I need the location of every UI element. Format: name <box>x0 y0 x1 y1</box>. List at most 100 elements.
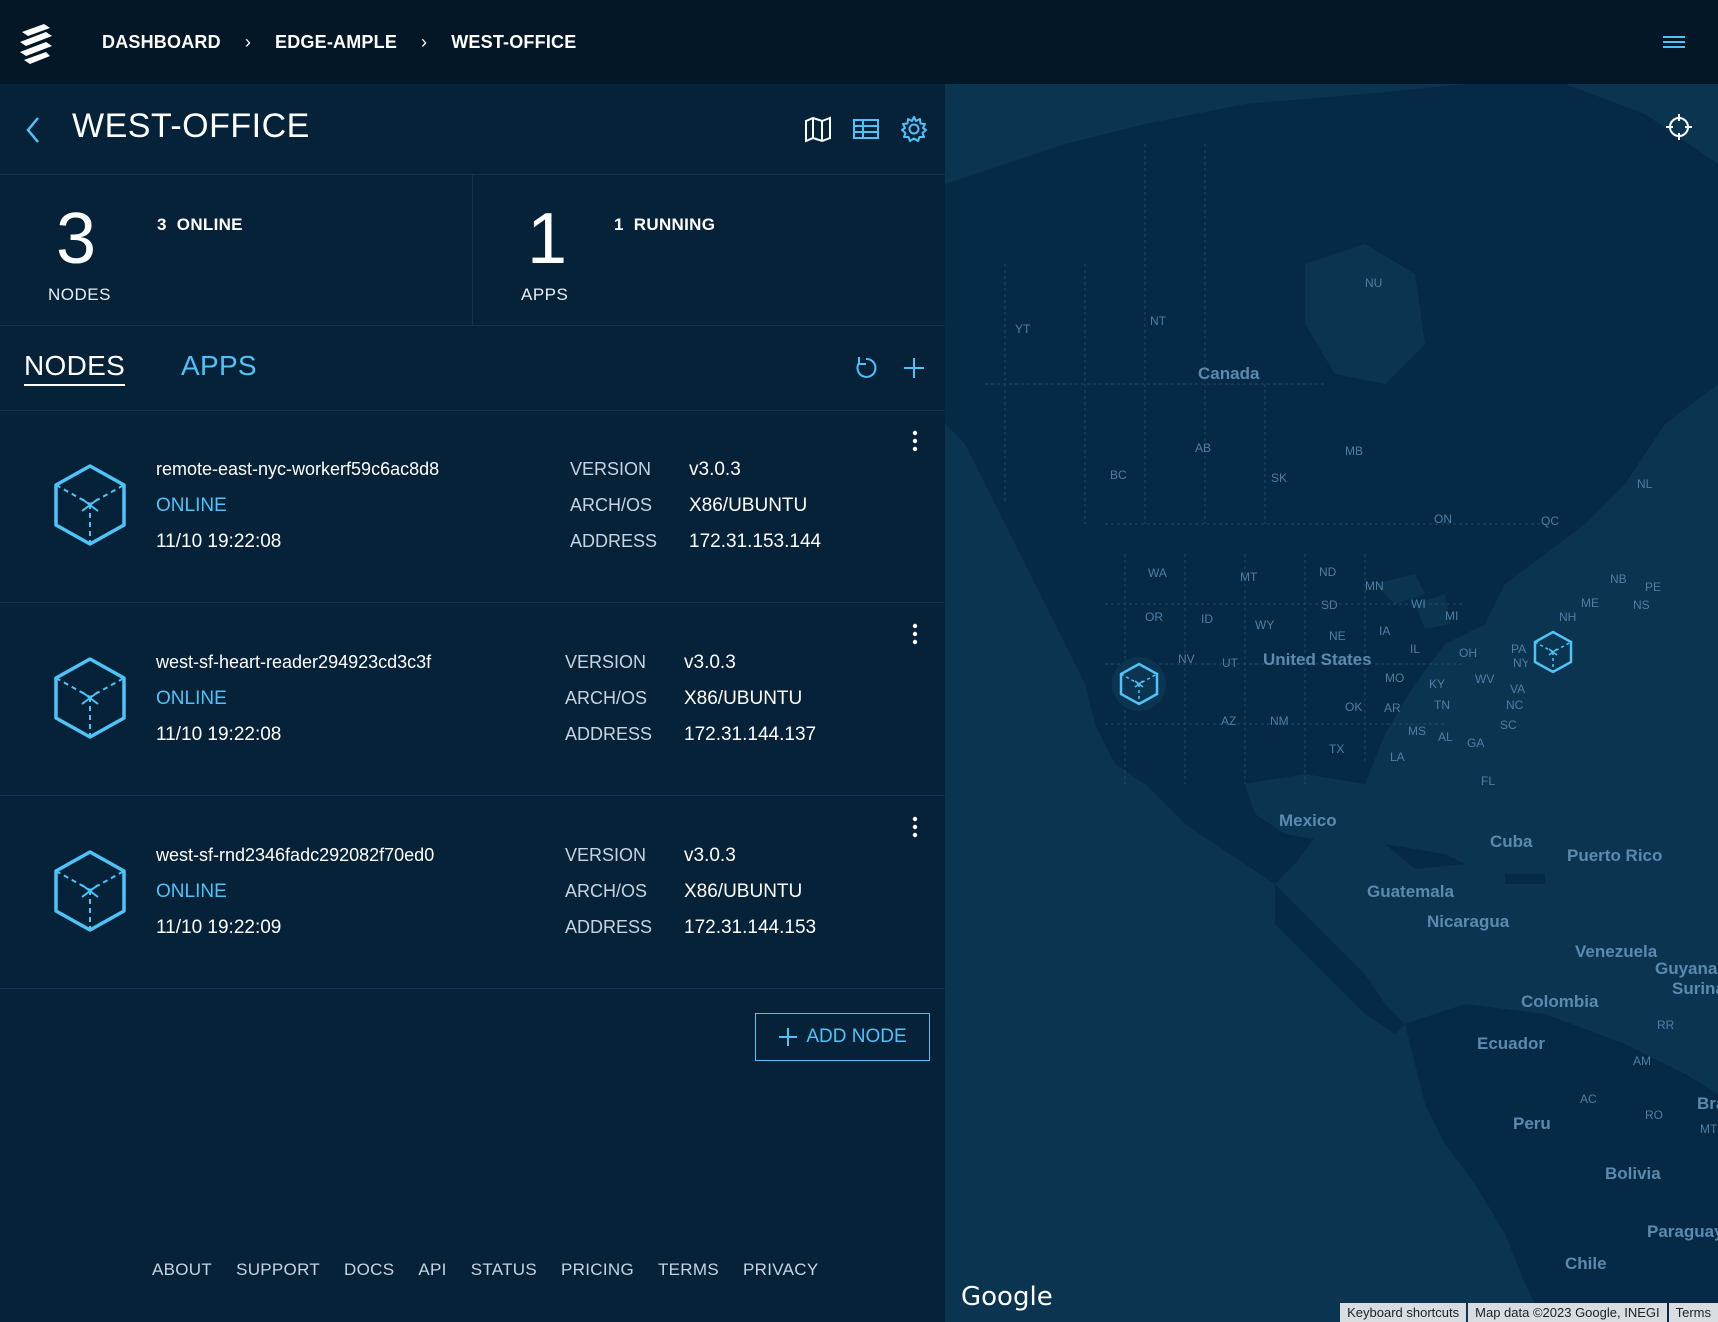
footer-link-terms[interactable]: TERMS <box>658 1260 719 1280</box>
back-arrow-icon[interactable] <box>22 114 46 146</box>
version-label: VERSION <box>565 845 647 865</box>
nodes-label: NODES <box>48 285 111 304</box>
footer-link-support[interactable]: SUPPORT <box>236 1260 320 1280</box>
version-label: VERSION <box>570 459 652 479</box>
node-name[interactable]: west-sf-rnd2346fadc292082f70ed0 <box>156 845 434 866</box>
map-small-label: NV <box>1178 652 1195 666</box>
map-small-label: ID <box>1201 612 1213 626</box>
arch-label: ARCH/OS <box>565 688 648 708</box>
node-row[interactable]: west-sf-heart-reader294923cd3c3f ONLINE … <box>0 604 945 796</box>
map-small-label: AL <box>1438 730 1453 744</box>
map-small-label: YT <box>1015 322 1031 336</box>
breadcrumb-west-office[interactable]: WEST-OFFICE <box>451 32 576 53</box>
chevron-right-icon: › <box>421 31 428 52</box>
breadcrumb-edge-ample[interactable]: EDGE-AMPLE <box>275 32 397 53</box>
arch-value: X86/UBUNTU <box>689 495 808 516</box>
node-row[interactable]: west-sf-rnd2346fadc292082f70ed0 ONLINE 1… <box>0 797 945 989</box>
map-view-icon[interactable] <box>803 114 833 144</box>
tab-nodes[interactable]: NODES <box>24 350 126 386</box>
nodes-stat: 3 NODES 3 ONLINE <box>0 175 472 326</box>
breadcrumb-dashboard[interactable]: DASHBOARD <box>102 32 221 53</box>
footer-link-status[interactable]: STATUS <box>471 1260 537 1280</box>
map-label: United States <box>1263 650 1372 669</box>
footer-link-about[interactable]: ABOUT <box>152 1260 212 1280</box>
apps-count: 1 <box>527 199 568 279</box>
map-label: Canada <box>1198 364 1260 383</box>
footer-link-api[interactable]: API <box>418 1260 446 1280</box>
map-small-label: AZ <box>1221 714 1237 728</box>
footer-link-privacy[interactable]: PRIVACY <box>743 1260 818 1280</box>
arch-value: X86/UBUNTU <box>684 688 803 709</box>
node-status: ONLINE <box>156 495 227 516</box>
refresh-icon[interactable] <box>852 354 880 382</box>
map-small-label: TX <box>1329 742 1345 756</box>
apps-running-text: 1 RUNNING <box>614 215 716 234</box>
title-bar: WEST-OFFICE <box>0 84 945 175</box>
node-name[interactable]: remote-east-nyc-workerf59c6ac8d8 <box>156 459 439 480</box>
arch-label: ARCH/OS <box>565 881 648 901</box>
map-small-label: MB <box>1345 444 1363 458</box>
node-status: ONLINE <box>156 881 227 902</box>
map-small-label: WA <box>1148 566 1167 580</box>
map-small-label: NL <box>1637 477 1653 491</box>
node-map-marker[interactable] <box>1111 656 1167 712</box>
map-attribution: Keyboard shortcuts Map data ©2023 Google… <box>1338 1303 1718 1322</box>
tab-apps[interactable]: APPS <box>181 350 257 382</box>
map-small-label: UT <box>1222 656 1238 670</box>
map-label: Puerto Rico <box>1567 846 1663 865</box>
node-name[interactable]: west-sf-heart-reader294923cd3c3f <box>156 652 431 673</box>
map-small-label: AC <box>1580 1092 1597 1106</box>
plus-icon <box>779 1028 798 1046</box>
node-map-marker[interactable] <box>1525 624 1581 680</box>
footer-link-docs[interactable]: DOCS <box>344 1260 394 1280</box>
map-small-label: SK <box>1271 471 1288 485</box>
map-label: Venezuela <box>1575 942 1658 961</box>
map-view[interactable]: Canada United States Mexico Cuba Puerto … <box>945 84 1718 1322</box>
google-logo: Google <box>961 1282 1053 1312</box>
map-small-label: WV <box>1475 672 1495 686</box>
more-options-icon[interactable] <box>911 815 919 839</box>
map-small-label: MT <box>1700 1122 1718 1136</box>
map-small-label: ND <box>1319 565 1337 579</box>
node-row[interactable]: remote-east-nyc-workerf59c6ac8d8 ONLINE … <box>0 411 945 603</box>
keyboard-shortcuts-link[interactable]: Keyboard shortcuts <box>1340 1303 1467 1322</box>
version-value: v3.0.3 <box>684 845 736 866</box>
map-label: Peru <box>1513 1114 1551 1133</box>
map-label: Braz <box>1697 1094 1718 1113</box>
map-small-label: RO <box>1645 1108 1663 1122</box>
map-label: Bolivia <box>1605 1164 1661 1183</box>
add-node-button[interactable]: ADD NODE <box>755 1013 930 1061</box>
map-label: Surina <box>1672 979 1718 998</box>
node-cube-icon <box>54 850 126 932</box>
map-small-label: OH <box>1459 646 1477 660</box>
map-small-label: OR <box>1145 610 1163 624</box>
map-small-label: AB <box>1195 441 1212 455</box>
settings-gear-icon[interactable] <box>899 114 929 144</box>
map-small-label: AM <box>1633 1054 1651 1068</box>
address-label: ADDRESS <box>565 917 653 937</box>
map-small-label: SC <box>1500 718 1517 732</box>
map-small-label: FL <box>1481 774 1496 788</box>
logo-icon[interactable] <box>16 22 56 66</box>
map-small-label: QC <box>1541 514 1559 528</box>
address-value: 172.31.144.153 <box>684 917 817 938</box>
more-options-icon[interactable] <box>911 622 919 646</box>
map-small-label: NB <box>1610 572 1627 586</box>
map-label: Ecuador <box>1477 1034 1546 1053</box>
map-label: Mexico <box>1279 811 1337 830</box>
add-icon[interactable] <box>900 354 928 382</box>
footer-link-pricing[interactable]: PRICING <box>561 1260 634 1280</box>
node-timestamp: 11/10 19:22:08 <box>156 531 282 552</box>
table-view-icon[interactable] <box>851 114 881 144</box>
map-small-label: PA <box>1511 642 1527 656</box>
node-timestamp: 11/10 19:22:08 <box>156 724 282 745</box>
hamburger-menu-icon[interactable] <box>1662 32 1686 52</box>
map-label: Guatemala <box>1367 882 1454 901</box>
locate-crosshair-icon[interactable] <box>1664 112 1694 142</box>
arch-value: X86/UBUNTU <box>684 881 803 902</box>
map-small-label: NE <box>1329 629 1346 643</box>
map-label: Cuba <box>1490 832 1533 851</box>
map-small-label: OK <box>1345 700 1363 714</box>
more-options-icon[interactable] <box>911 429 919 453</box>
map-terms-link[interactable]: Terms <box>1668 1303 1718 1322</box>
